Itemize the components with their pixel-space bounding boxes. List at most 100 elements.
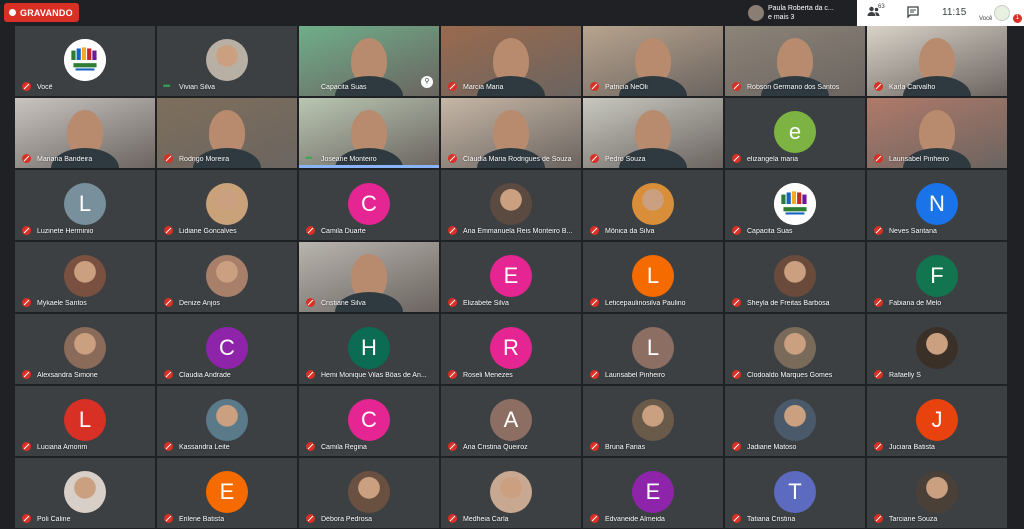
participant-avatar: E (632, 471, 674, 513)
mic-off-icon (164, 226, 173, 235)
participant-name: Erilene Batista (179, 516, 225, 523)
participant-tile[interactable]: Rodrigo Moreira (157, 98, 297, 168)
participant-name: Pedro Souza (605, 156, 646, 163)
participant-name: Patricia NeOli (605, 84, 648, 91)
participant-tile[interactable]: H Hemi Monique Vilas Bôas de An... (299, 314, 439, 384)
participant-name: Jadiane Matoso (747, 444, 797, 451)
participant-name: Camila Regina (321, 444, 367, 451)
mic-off-icon (874, 514, 883, 523)
participant-tile[interactable]: Mykaele Santos (15, 242, 155, 312)
participant-tile[interactable]: C Camila Regina (299, 386, 439, 456)
participant-tile[interactable]: L Leticepaulinosilva Paulino (583, 242, 723, 312)
participant-avatar: F (916, 255, 958, 297)
recording-indicator: GRAVANDO (4, 3, 79, 22)
participant-tile[interactable]: J Juciara Batista (867, 386, 1007, 456)
mic-off-icon (732, 154, 741, 163)
participant-name: Denize Anjos (179, 300, 220, 307)
mic-off-icon (590, 154, 599, 163)
participant-avatar (774, 183, 816, 225)
participant-avatar (632, 399, 674, 441)
participant-tile[interactable]: E Erilene Batista (157, 458, 297, 528)
participant-tile[interactable]: Sheyla de Freitas Barbosa (725, 242, 865, 312)
self-view-thumbnail[interactable] (994, 5, 1010, 21)
participant-avatar (64, 471, 106, 513)
mic-off-icon (164, 370, 173, 379)
participant-tile[interactable]: Capacita Suas ⚲ (299, 26, 439, 96)
participant-name: Fabiana de Melo (889, 300, 942, 307)
participant-logo (64, 39, 106, 81)
participant-tile[interactable]: A Ana Cristina Queiroz (441, 386, 581, 456)
participant-tile[interactable]: L Luzinete Herminio (15, 170, 155, 240)
participant-name: Alexsandra Simone (37, 372, 98, 379)
participant-avatar: E (206, 471, 248, 513)
mic-off-icon (732, 370, 741, 379)
participant-name: Vivian Silva (179, 84, 216, 91)
chat-icon[interactable] (907, 6, 919, 21)
participant-tile[interactable]: Ana Emmanuela Reis Monteiro B... (441, 170, 581, 240)
participant-tile[interactable]: Capacita Suas (725, 170, 865, 240)
participant-tile[interactable]: E Edvaneide Almeida (583, 458, 723, 528)
participant-name: Luzinete Herminio (37, 228, 94, 235)
participant-name: Débora Pedrosa (321, 516, 372, 523)
notification-badge: 1 (1013, 14, 1022, 23)
participant-tile[interactable]: ••• Vivian Silva (157, 26, 297, 96)
participant-avatar: L (632, 255, 674, 297)
participant-tile[interactable]: Bruna Farias (583, 386, 723, 456)
participant-name: Camila Duarte (321, 228, 366, 235)
participant-avatar (64, 255, 106, 297)
participant-tile[interactable]: Poli Caline (15, 458, 155, 528)
participant-tile[interactable]: N Neves Santana (867, 170, 1007, 240)
participant-tile[interactable]: E Elizabete Silva (441, 242, 581, 312)
participant-tile[interactable]: C Claudia Andrade (157, 314, 297, 384)
participant-tile[interactable]: T Tatiana Cristina (725, 458, 865, 528)
participant-tile[interactable]: Débora Pedrosa (299, 458, 439, 528)
participant-tile[interactable]: Patricia NeOli (583, 26, 723, 96)
meeting-controls: 63 11:15 Você 1 (857, 0, 1024, 26)
participant-tile[interactable]: Kassandra Leite (157, 386, 297, 456)
mic-off-icon (164, 442, 173, 451)
participant-tile[interactable]: R Roseli Menezes (441, 314, 581, 384)
participant-tile[interactable]: Rafaelly S (867, 314, 1007, 384)
participant-avatar: T (774, 471, 816, 513)
participant-tile[interactable]: Cristiane Silva (299, 242, 439, 312)
participant-name: Sheyla de Freitas Barbosa (747, 300, 830, 307)
participant-avatar (206, 183, 248, 225)
participant-tile[interactable]: L Laurisabel Pinheiro (583, 314, 723, 384)
mic-off-icon (22, 442, 31, 451)
mic-off-icon (874, 442, 883, 451)
participant-tile[interactable]: Jadiane Matoso (725, 386, 865, 456)
participant-tile[interactable]: Clodoaldo Marques Gomes (725, 314, 865, 384)
participant-tile[interactable]: Marcia Maria (441, 26, 581, 96)
mic-off-icon (448, 298, 457, 307)
participant-tile[interactable]: C Camila Duarte (299, 170, 439, 240)
mic-off-icon (732, 226, 741, 235)
participant-avatar: L (64, 183, 106, 225)
participant-tile[interactable]: Você (15, 26, 155, 96)
record-dot-icon (9, 9, 16, 16)
participant-tile[interactable]: Medheia Carla (441, 458, 581, 528)
participant-tile[interactable]: Mônica da Silva (583, 170, 723, 240)
participant-tile[interactable]: F Fabiana de Melo (867, 242, 1007, 312)
participant-name: Joseane Monteiro (321, 156, 377, 163)
participant-tile[interactable]: Mariana Bandeira (15, 98, 155, 168)
active-speaker-indicator (299, 165, 439, 168)
participant-tile[interactable]: Lidiane Goncalves (157, 170, 297, 240)
participant-tile[interactable]: Pedro Souza (583, 98, 723, 168)
participant-tile[interactable]: e elizangela maria (725, 98, 865, 168)
participant-tile[interactable]: Karla Carvalho (867, 26, 1007, 96)
participant-tile[interactable]: L Luciana Amorim (15, 386, 155, 456)
mic-off-icon (448, 82, 457, 91)
participant-avatar: H (348, 327, 390, 369)
participant-tile[interactable]: Laurisabel Pinheiro (867, 98, 1007, 168)
participant-tile[interactable]: Tarciane Souza (867, 458, 1007, 528)
pin-icon[interactable]: ⚲ (421, 76, 433, 88)
participant-tile[interactable]: ••• Joseane Monteiro (299, 98, 439, 168)
participant-avatar (774, 255, 816, 297)
participant-avatar (490, 183, 532, 225)
participant-tile[interactable]: Robson Germano dos Santos (725, 26, 865, 96)
presenter-info[interactable]: Paula Roberta da c... e mais 3 (748, 2, 856, 24)
participant-tile[interactable]: Alexsandra Simone (15, 314, 155, 384)
participant-name: Capacita Suas (321, 84, 367, 91)
participant-tile[interactable]: Cláudia Maria Rodrigues de Souza (441, 98, 581, 168)
participant-tile[interactable]: Denize Anjos (157, 242, 297, 312)
